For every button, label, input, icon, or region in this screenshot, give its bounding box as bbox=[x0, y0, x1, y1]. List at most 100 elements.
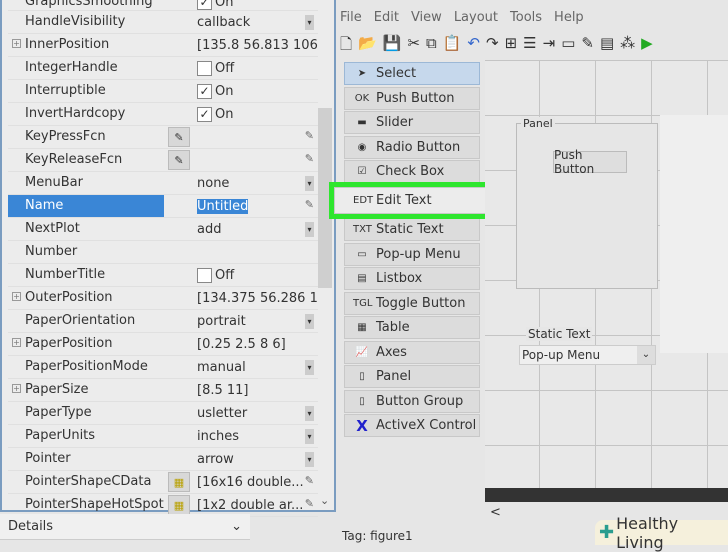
property-row-paperpositionmode[interactable]: PaperPositionMode manual ▾ bbox=[8, 356, 318, 379]
checkbox[interactable] bbox=[197, 60, 212, 76]
property-value[interactable]: Untitled bbox=[194, 198, 318, 214]
property-row-papertype[interactable]: PaperType usletter ▾ bbox=[8, 402, 318, 425]
menu-editor-icon[interactable]: ☰ bbox=[523, 34, 536, 59]
dropdown-icon[interactable]: ▾ bbox=[305, 452, 314, 467]
palette-item-table[interactable]: ▦ Table bbox=[344, 316, 480, 339]
property-row-pointershapecdata[interactable]: PointerShapeCData ▦ [16x16 double... ✎ bbox=[8, 471, 318, 494]
property-value[interactable]: [0.25 2.5 8 6] bbox=[194, 337, 318, 352]
property-row-papersize[interactable]: + PaperSize [8.5 11] bbox=[8, 379, 318, 402]
pencil-icon[interactable]: ✎ bbox=[305, 474, 314, 487]
new-file-icon[interactable]: 🗋 bbox=[340, 34, 352, 59]
editor-icon[interactable]: ✎ bbox=[581, 34, 594, 59]
expand-icon[interactable]: + bbox=[12, 39, 21, 48]
property-value[interactable]: [134.375 56.286 1... bbox=[194, 291, 318, 306]
property-row-nextplot[interactable]: NextPlot add ▾ bbox=[8, 218, 318, 241]
scroll-down-icon[interactable]: ⌄ bbox=[320, 494, 329, 507]
checkbox[interactable]: ✓ bbox=[197, 83, 212, 99]
undo-icon[interactable]: ↶ bbox=[467, 34, 480, 59]
dropdown-icon[interactable]: ▾ bbox=[305, 429, 314, 444]
property-value[interactable]: add bbox=[194, 222, 318, 237]
checkbox[interactable] bbox=[197, 267, 212, 283]
scroll-left-icon[interactable]: < bbox=[490, 505, 501, 520]
property-row-name[interactable]: Name Untitled ✎ bbox=[8, 195, 318, 218]
menu-view[interactable]: View bbox=[411, 10, 442, 25]
palette-item-static-text[interactable]: TXT Static Text bbox=[344, 218, 480, 241]
property-row-keyreleasefcn[interactable]: KeyReleaseFcn ✎ ✎ bbox=[8, 149, 318, 172]
property-value[interactable]: none bbox=[194, 176, 318, 191]
menu-help[interactable]: Help bbox=[554, 10, 584, 25]
property-value[interactable]: inches bbox=[194, 429, 318, 444]
property-value[interactable]: ✓ On bbox=[194, 106, 318, 122]
property-value[interactable]: arrow bbox=[194, 452, 318, 467]
callback-editor-icon[interactable]: ✎ bbox=[168, 150, 190, 170]
dropdown-icon[interactable]: ▾ bbox=[305, 314, 314, 329]
property-row-innerposition[interactable]: + InnerPosition [135.8 56.813 106... bbox=[8, 34, 318, 57]
property-inspector-icon[interactable]: ▤ bbox=[600, 34, 614, 59]
property-value[interactable]: manual bbox=[194, 360, 318, 375]
property-row-integerhandle[interactable]: IntegerHandle Off bbox=[8, 57, 318, 80]
palette-item-check-box[interactable]: ☑ Check Box bbox=[344, 160, 480, 183]
popup-menu-component[interactable]: Pop-up Menu ⌄ bbox=[519, 345, 656, 365]
property-row-numbertitle[interactable]: NumberTitle Off bbox=[8, 264, 318, 287]
pencil-icon[interactable]: ✎ bbox=[305, 497, 314, 510]
expand-icon[interactable]: + bbox=[12, 338, 21, 347]
property-row-paperorientation[interactable]: PaperOrientation portrait ▾ bbox=[8, 310, 318, 333]
menu-file[interactable]: File bbox=[340, 10, 362, 25]
dropdown-icon[interactable]: ▾ bbox=[305, 15, 314, 30]
menu-edit[interactable]: Edit bbox=[374, 10, 399, 25]
palette-item-panel[interactable]: ▯ Panel bbox=[344, 365, 480, 388]
palette-item-push-button[interactable]: OK Push Button bbox=[344, 86, 480, 110]
property-value[interactable]: [135.8 56.813 106... bbox=[194, 38, 318, 53]
property-value[interactable]: [1x2 double ar... bbox=[194, 498, 318, 513]
push-button-component[interactable]: Push Button bbox=[553, 148, 627, 176]
expand-icon[interactable]: + bbox=[12, 292, 21, 301]
paste-icon[interactable]: 📋 bbox=[443, 34, 462, 59]
pencil-icon[interactable]: ✎ bbox=[305, 129, 314, 142]
expand-icon[interactable]: + bbox=[12, 384, 21, 393]
property-value[interactable]: Off bbox=[194, 60, 318, 76]
run-icon[interactable]: ▶ bbox=[641, 34, 653, 59]
tab-order-icon[interactable]: ⇥ bbox=[543, 34, 556, 59]
property-row-handlevisibility[interactable]: HandleVisibility callback ▾ bbox=[8, 11, 318, 34]
cut-icon[interactable]: ✂ bbox=[407, 34, 420, 59]
property-value[interactable]: ✓ On bbox=[194, 83, 318, 99]
save-icon[interactable]: 💾 bbox=[383, 34, 402, 59]
property-value[interactable]: usletter bbox=[194, 406, 318, 421]
details-section[interactable]: Details ⌄ bbox=[0, 514, 250, 540]
palette-item-listbox[interactable]: ▤ Listbox bbox=[344, 267, 480, 290]
property-row-number[interactable]: Number bbox=[8, 241, 318, 264]
redo-icon[interactable]: ↷ bbox=[486, 34, 499, 59]
pencil-icon[interactable]: ✎ bbox=[305, 152, 314, 165]
checkbox[interactable]: ✓ bbox=[197, 106, 212, 122]
property-row-menubar[interactable]: MenuBar none ▾ bbox=[8, 172, 318, 195]
dropdown-icon[interactable]: ▾ bbox=[305, 360, 314, 375]
grid-editor-icon[interactable]: ▦ bbox=[168, 472, 190, 492]
property-value[interactable]: [8.5 11] bbox=[194, 383, 318, 398]
palette-item-slider[interactable]: ▬ Slider bbox=[344, 111, 480, 134]
property-row-pointer[interactable]: Pointer arrow ▾ bbox=[8, 448, 318, 471]
palette-item-activex-control[interactable]: X ActiveX Control bbox=[344, 414, 480, 437]
copy-icon[interactable]: ⧉ bbox=[426, 34, 437, 59]
property-row-outerposition[interactable]: + OuterPosition [134.375 56.286 1... bbox=[8, 287, 318, 310]
align-icon[interactable]: ⊞ bbox=[505, 34, 518, 59]
dropdown-icon[interactable]: ▾ bbox=[305, 222, 314, 237]
object-browser-icon[interactable]: ⁂ bbox=[620, 34, 635, 59]
pencil-icon[interactable]: ✎ bbox=[305, 198, 314, 211]
horizontal-scrollbar[interactable] bbox=[485, 488, 728, 502]
property-row-paperunits[interactable]: PaperUnits inches ▾ bbox=[8, 425, 318, 448]
vertical-scrollbar[interactable] bbox=[318, 108, 332, 288]
palette-item-button-group[interactable]: ▯ Button Group bbox=[344, 389, 480, 413]
property-row-interruptible[interactable]: Interruptible ✓ On bbox=[8, 80, 318, 103]
property-row-keypressfcn[interactable]: KeyPressFcn ✎ ✎ bbox=[8, 126, 318, 149]
palette-item-axes[interactable]: 📈 Axes bbox=[344, 340, 480, 364]
palette-item-toggle-button[interactable]: TGL Toggle Button bbox=[344, 291, 480, 315]
checkbox[interactable]: ✓ bbox=[197, 0, 212, 10]
property-value[interactable]: callback bbox=[194, 15, 318, 30]
dropdown-icon[interactable]: ▾ bbox=[305, 406, 314, 421]
palette-item-select[interactable]: ➤ Select bbox=[344, 62, 480, 85]
property-value[interactable]: Off bbox=[194, 267, 318, 283]
property-row-partial[interactable]: GraphicsSmoothing ✓ On bbox=[8, 0, 318, 11]
menu-tools[interactable]: Tools bbox=[510, 10, 542, 25]
open-folder-icon[interactable]: 📂 bbox=[358, 34, 377, 59]
property-row-paperposition[interactable]: + PaperPosition [0.25 2.5 8 6] bbox=[8, 333, 318, 356]
